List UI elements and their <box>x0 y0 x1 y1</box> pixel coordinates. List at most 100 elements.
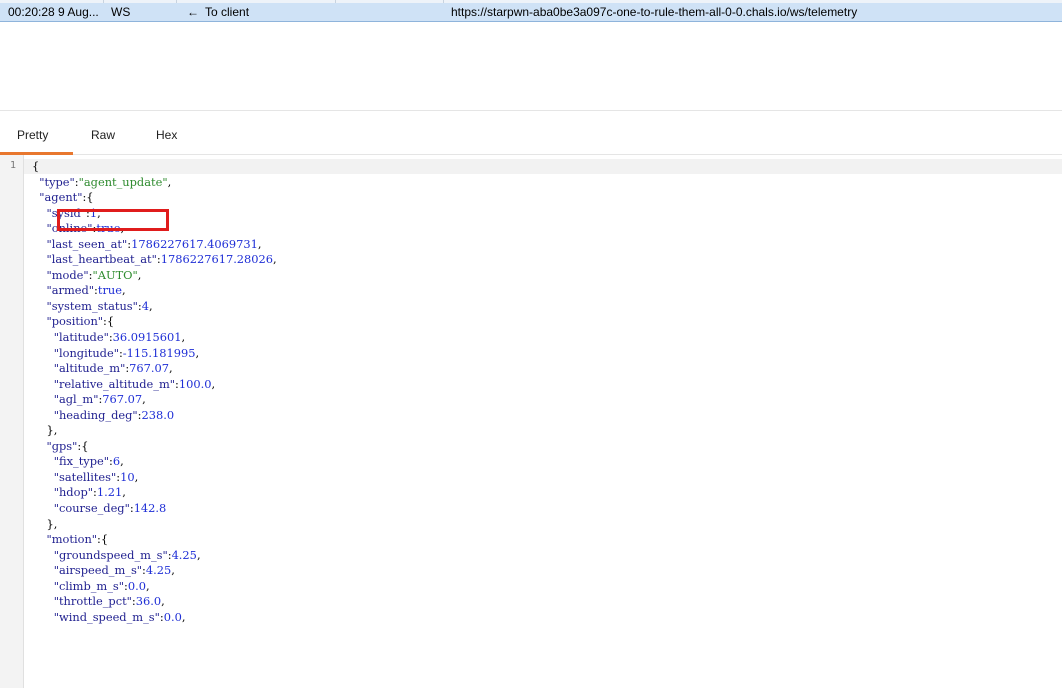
code-line: "airspeed_m_s":4.25, <box>32 563 277 579</box>
tab-raw[interactable]: Raw <box>91 128 115 142</box>
json-value: 0.0 <box>163 609 182 624</box>
column-divider <box>335 0 336 3</box>
json-punctuation <box>32 206 46 220</box>
json-key: "position" <box>46 314 104 329</box>
json-punctuation <box>32 237 46 251</box>
json-key: "system_status" <box>46 298 138 313</box>
json-punctuation <box>32 501 54 515</box>
json-key: "last_heartbeat_at" <box>46 252 157 267</box>
json-punctuation <box>32 252 46 266</box>
json-punctuation: , <box>211 376 216 391</box>
message-type: WS <box>111 5 131 19</box>
code-line: "altitude_m":767.07, <box>32 361 277 377</box>
json-punctuation <box>32 283 46 297</box>
json-key: "type" <box>39 174 75 189</box>
json-punctuation <box>32 532 46 546</box>
json-punctuation <box>32 548 54 562</box>
json-key: "latitude" <box>53 330 109 345</box>
json-punctuation <box>32 314 46 328</box>
tab-hex[interactable]: Hex <box>156 128 177 142</box>
json-key: "hdop" <box>53 485 93 500</box>
json-punctuation <box>32 408 54 422</box>
json-punctuation: :{ <box>77 438 89 453</box>
json-punctuation <box>32 610 54 624</box>
json-key: "course_deg" <box>53 501 130 516</box>
json-value: 1786227617.28026 <box>160 252 274 267</box>
json-punctuation <box>32 361 54 375</box>
json-punctuation <box>32 470 54 484</box>
json-key: "groundspeed_m_s" <box>53 547 168 562</box>
line-number: 1 <box>10 160 17 171</box>
code-line: "agent":{ <box>32 190 277 206</box>
message-direction: ← To client <box>187 5 249 19</box>
json-punctuation: , <box>122 283 126 298</box>
json-key: "agent" <box>39 190 83 205</box>
json-punctuation <box>32 579 54 593</box>
json-punctuation: , <box>195 345 200 360</box>
message-time: 00:20:28 9 Aug... <box>8 5 99 19</box>
json-punctuation: , <box>145 578 150 593</box>
json-value: 100.0 <box>178 376 212 391</box>
json-string: "AUTO" <box>92 267 138 282</box>
json-key: "motion" <box>46 532 98 547</box>
json-value: 0.0 <box>127 578 146 593</box>
json-key: "longitude" <box>53 345 119 360</box>
json-value: 767.07 <box>102 392 143 407</box>
json-value: 10 <box>120 469 135 484</box>
json-punctuation <box>32 392 54 406</box>
json-punctuation <box>32 299 46 313</box>
json-punctuation: , <box>181 609 186 624</box>
json-value: 4 <box>141 298 149 313</box>
json-punctuation: , <box>161 594 165 609</box>
code-line: "satellites":10, <box>32 470 277 486</box>
json-value: 142.8 <box>133 501 167 516</box>
json-punctuation: :{ <box>103 314 115 329</box>
json-value: 4.25 <box>145 563 172 578</box>
json-key: "armed" <box>46 283 95 298</box>
json-value: 36.0 <box>135 594 162 609</box>
json-punctuation <box>32 330 54 344</box>
json-punctuation: , <box>134 469 139 484</box>
json-punctuation: , <box>120 454 124 469</box>
code-line: "last_seen_at":1786227617.4069731, <box>32 237 277 253</box>
message-body-viewer[interactable]: 1 { "type":"agent_update", "agent":{ "sy… <box>0 155 1062 688</box>
json-key: "climb_m_s" <box>53 578 125 593</box>
json-value: 238.0 <box>141 407 175 422</box>
message-url: https://starpwn-aba0be3a097c-one-to-rule… <box>451 5 858 19</box>
json-key: "agl_m" <box>53 392 99 407</box>
json-key: "fix_type" <box>53 454 109 469</box>
code-line: "agl_m":767.07, <box>32 392 277 408</box>
tab-pretty[interactable]: Pretty <box>17 128 48 142</box>
json-punctuation: , <box>181 330 186 345</box>
json-punctuation: , <box>148 298 153 313</box>
json-punctuation <box>32 346 54 360</box>
view-tab-bar: Pretty Raw Hex <box>0 110 1062 155</box>
json-key: "last_seen_at" <box>46 236 128 251</box>
json-value: 4.25 <box>171 547 197 562</box>
json-key: "wind_speed_m_s" <box>53 609 160 624</box>
json-value: 1.21 <box>96 485 123 500</box>
code-line: "position":{ <box>32 314 277 330</box>
message-direction-label: To client <box>205 5 250 19</box>
json-punctuation: :{ <box>97 532 109 547</box>
json-key: "relative_altitude_m" <box>53 376 176 391</box>
line-number-gutter: 1 <box>0 155 24 688</box>
json-punctuation: }, <box>32 516 58 531</box>
json-punctuation: , <box>196 547 201 562</box>
code-line: "climb_m_s":0.0, <box>32 579 277 595</box>
json-key: "mode" <box>46 267 89 282</box>
code-line: "wind_speed_m_s":0.0, <box>32 610 277 626</box>
code-line: "hdop":1.21, <box>32 485 277 501</box>
code-line: "type":"agent_update", <box>32 175 277 191</box>
json-punctuation: , <box>167 174 172 189</box>
column-divider <box>176 0 177 3</box>
json-key: "heading_deg" <box>53 407 138 422</box>
json-punctuation <box>32 594 54 608</box>
json-key: "gps" <box>46 438 78 453</box>
code-line: "fix_type":6, <box>32 454 277 470</box>
json-value: 1786227617.4069731 <box>131 236 258 251</box>
code-line: "latitude":36.0915601, <box>32 330 277 346</box>
json-punctuation: }, <box>32 423 58 438</box>
selected-message-row[interactable]: 00:20:28 9 Aug... WS ← To client https://… <box>0 0 1062 22</box>
code-line: "system_status":4, <box>32 299 277 315</box>
